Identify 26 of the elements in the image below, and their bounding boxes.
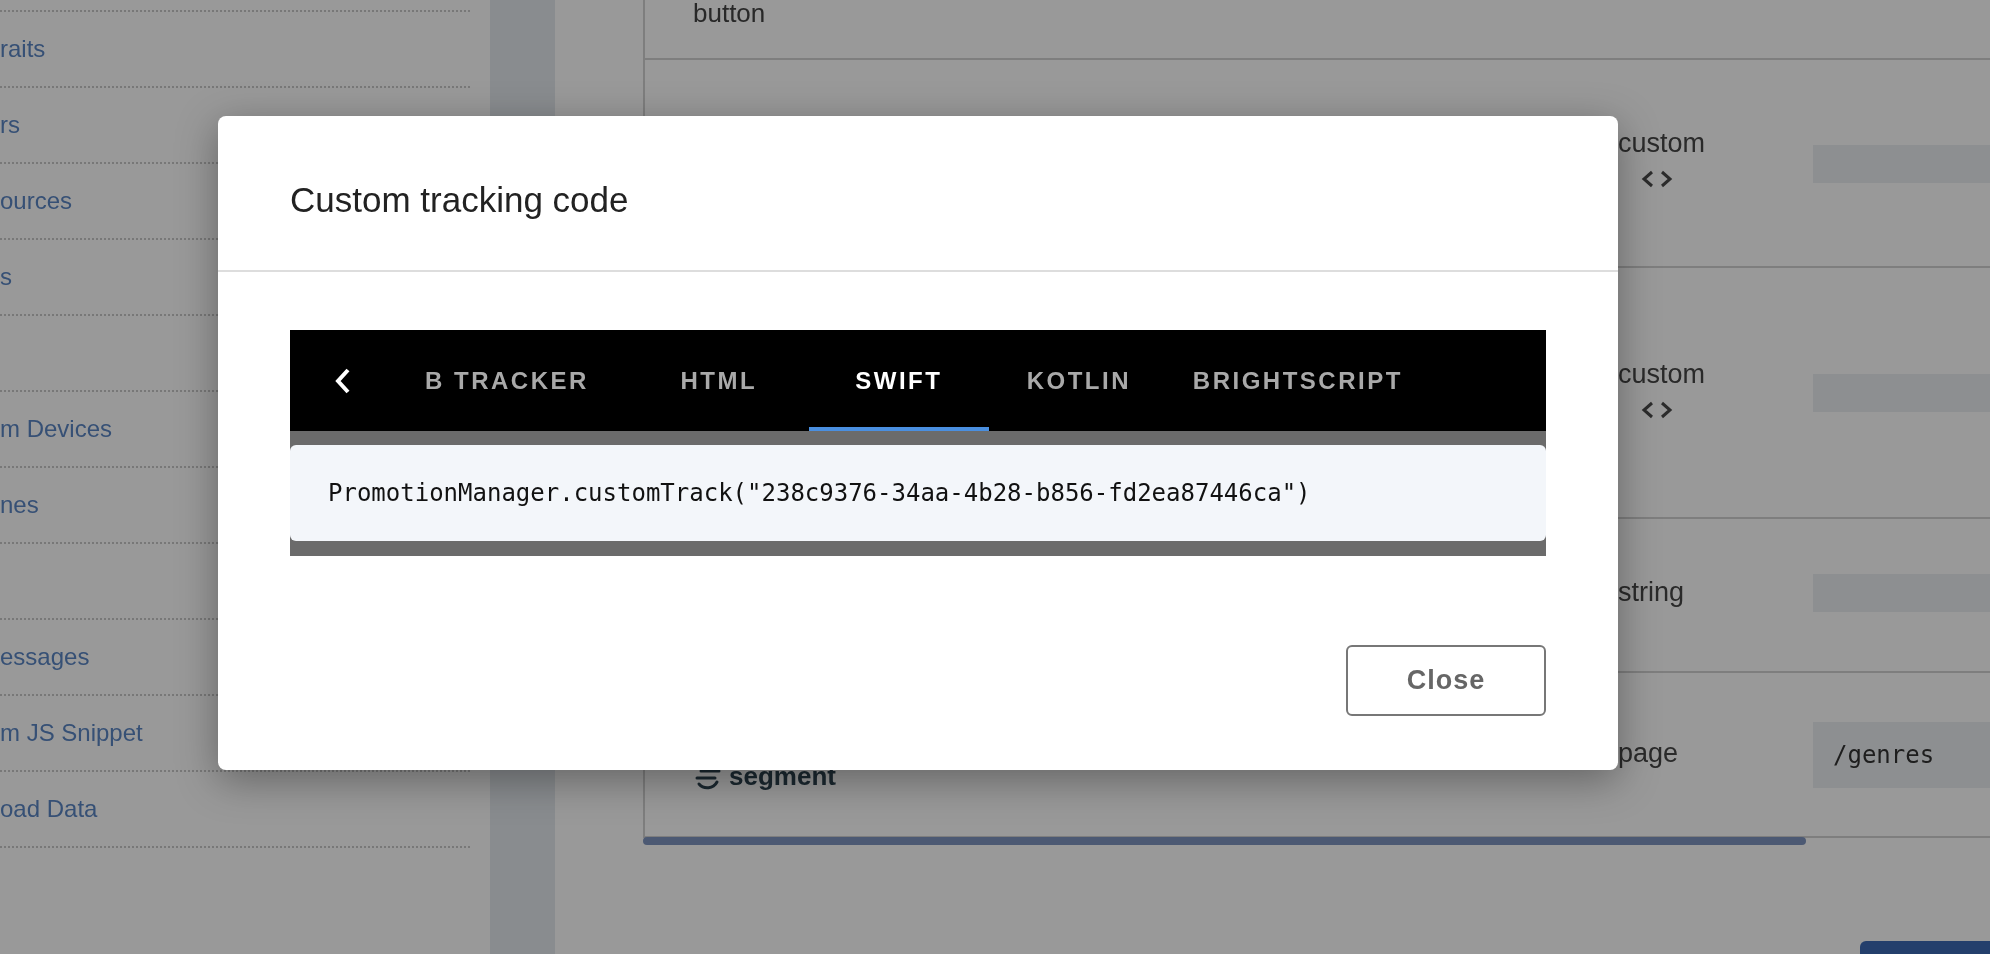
sidebar-item[interactable]: oad Data bbox=[0, 795, 98, 823]
language-tab[interactable]: HTML bbox=[628, 330, 809, 431]
type-label: custom bbox=[1618, 128, 1707, 159]
language-tab[interactable]: KOTLIN bbox=[988, 330, 1169, 431]
sidebar-item[interactable]: ources bbox=[0, 187, 73, 215]
close-button[interactable]: Close bbox=[1346, 645, 1546, 716]
sidebar-item[interactable]: rs bbox=[0, 111, 20, 139]
type-label: custom bbox=[1618, 359, 1707, 390]
scrollbar[interactable] bbox=[643, 837, 1806, 845]
sidebar-item[interactable]: m JS Snippet bbox=[0, 719, 143, 747]
type-label: string bbox=[1618, 577, 1686, 608]
sidebar-item[interactable]: m Devices bbox=[0, 415, 113, 443]
type-label: page bbox=[1618, 738, 1680, 769]
sidebar-item[interactable]: nes bbox=[0, 491, 39, 519]
dialog-title: Custom tracking code bbox=[218, 116, 1618, 272]
code-icon bbox=[1640, 400, 1674, 420]
row-label: button bbox=[693, 0, 766, 26]
sidebar-item[interactable]: s bbox=[0, 263, 12, 291]
language-tab[interactable]: BRIGHTSCRIPT bbox=[1168, 330, 1427, 431]
code-snippet: PromotionManager.customTrack("238c9376-34aa-4b28-b856-fd2ea87446ca") bbox=[290, 445, 1546, 541]
language-tab[interactable]: B TRACKER bbox=[425, 330, 629, 431]
code-icon bbox=[1640, 169, 1674, 189]
sidebar-item[interactable]: raits bbox=[0, 35, 46, 63]
action-button[interactable] bbox=[1860, 941, 1990, 954]
sidebar-item[interactable]: essages bbox=[0, 643, 90, 671]
value-field[interactable]: /genres bbox=[1813, 722, 1990, 788]
